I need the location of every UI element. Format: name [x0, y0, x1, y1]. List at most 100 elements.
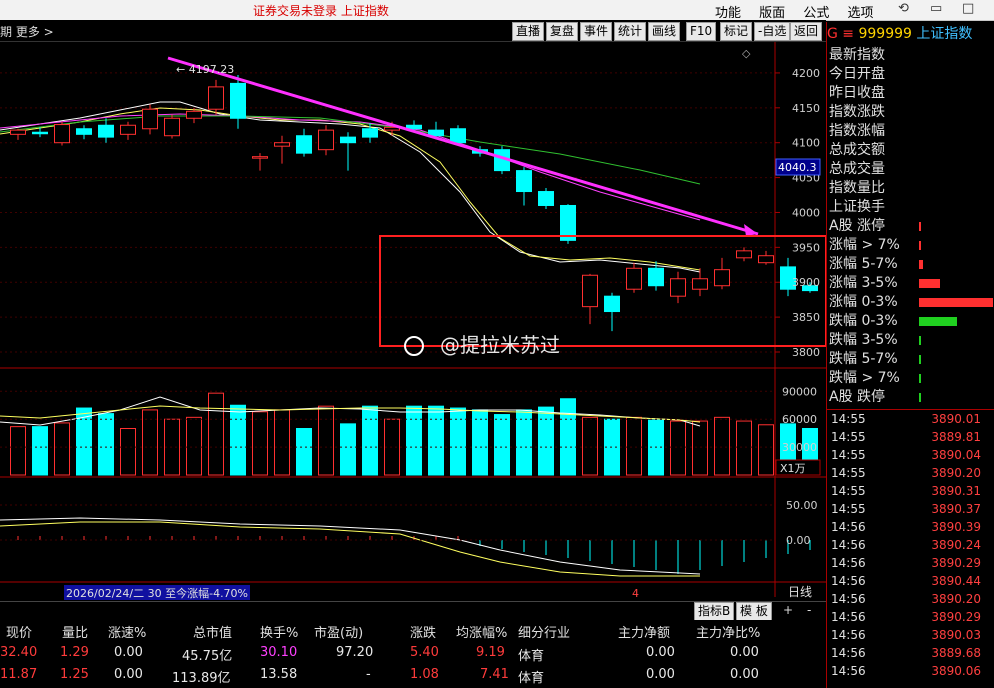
col-market-cap[interactable]: 总市值 — [193, 622, 232, 641]
candle-body[interactable] — [10, 129, 26, 135]
distribution-row[interactable]: A股 涨停 — [827, 217, 994, 236]
tick-row: 14:55 3890.01 — [827, 410, 994, 428]
maximize-icon[interactable]: □ — [962, 1, 974, 16]
candle-body[interactable] — [714, 269, 730, 287]
col-price[interactable]: 现价 — [6, 622, 32, 641]
live-button[interactable]: 直播 — [512, 22, 545, 41]
candle-body[interactable] — [164, 117, 180, 137]
cell-price: 11.87 — [0, 667, 38, 682]
f10-button[interactable]: F10 — [686, 22, 717, 41]
col-speed[interactable]: 涨速% — [108, 622, 146, 641]
distribution-row[interactable]: A股 跌停 — [827, 388, 994, 407]
tick-price: 3890.20 — [931, 592, 981, 606]
label-open: 今日开盘 — [829, 66, 885, 82]
tick-row: 14:56 3890.24 — [827, 536, 994, 554]
candle-body[interactable] — [230, 82, 246, 119]
volume-bar — [362, 405, 378, 476]
col-pe[interactable]: 市盈(动) — [314, 622, 363, 641]
y-axis-label: 3850 — [792, 311, 820, 324]
candle-body[interactable] — [318, 129, 334, 151]
tick-row: 14:55 3890.31 — [827, 482, 994, 500]
candle-body[interactable] — [626, 267, 642, 290]
tick-time: 14:56 — [831, 592, 866, 606]
candle-body[interactable] — [758, 255, 774, 264]
cell-volume-ratio: 1.25 — [60, 667, 89, 682]
y-axis-label: 4000 — [792, 206, 820, 219]
menu-formula[interactable]: 公式 — [803, 6, 829, 21]
vol-axis-label: 90000 — [782, 385, 817, 398]
candle-body[interactable] — [98, 124, 114, 138]
stock-name: 上证指数 — [916, 26, 973, 42]
zoom-in-button[interactable]: + — [780, 602, 797, 619]
distribution-row[interactable]: 跌幅 > 7% — [827, 369, 994, 388]
candle-body[interactable] — [340, 136, 356, 144]
draw-line-button[interactable]: 画线 — [648, 22, 681, 41]
candle-body[interactable] — [32, 131, 48, 135]
menu-icon[interactable]: G ≡ — [827, 26, 854, 42]
candle-body[interactable] — [142, 108, 158, 130]
menu-options[interactable]: 选项 — [847, 6, 873, 21]
volume-bar — [626, 416, 642, 476]
candle-body[interactable] — [274, 142, 290, 147]
distribution-row[interactable]: 跌幅 5-7% — [827, 350, 994, 369]
menu-function[interactable]: 功能 — [715, 6, 741, 21]
event-button[interactable]: 事件 — [580, 22, 613, 41]
candle-body[interactable] — [516, 170, 532, 193]
indicator-tab[interactable]: 指标B — [694, 602, 735, 621]
col-main-net-ratio[interactable]: 主力净比% — [696, 622, 760, 641]
distribution-row[interactable]: 跌幅 3-5% — [827, 331, 994, 350]
quote-panel: G ≡ 999999 上证指数 最新指数 今日开盘 昨日收盘 指数涨跌 指数涨幅… — [826, 22, 994, 688]
y-axis-label: 3900 — [792, 276, 820, 289]
minimize-icon[interactable]: ▭ — [930, 1, 942, 16]
col-main-net[interactable]: 主力净额 — [618, 622, 670, 641]
tick-time: 14:56 — [831, 574, 866, 588]
distribution-row[interactable]: 涨幅 0-3% — [827, 293, 994, 312]
candle-body[interactable] — [296, 135, 312, 154]
volume-bar — [186, 416, 202, 476]
candle-body[interactable] — [406, 124, 422, 130]
candle-body[interactable] — [692, 278, 708, 290]
col-turnover[interactable]: 换手% — [260, 622, 298, 641]
col-avg-change[interactable]: 均涨幅% — [456, 622, 507, 641]
zoom-out-button[interactable]: - — [804, 602, 815, 619]
candle-body[interactable] — [736, 250, 752, 259]
cell-avg-change: 7.41 — [480, 667, 509, 682]
volume-bar — [758, 424, 774, 476]
candle-body[interactable] — [450, 128, 466, 144]
menu-layout[interactable]: 版面 — [759, 6, 785, 21]
tick-list[interactable]: 14:55 3890.01 14:55 3889.81 14:55 3890.04 14:5… — [827, 409, 994, 680]
stats-button[interactable]: 统计 — [614, 22, 647, 41]
distribution-row[interactable]: 涨幅 3-5% — [827, 274, 994, 293]
candle-body[interactable] — [208, 86, 224, 110]
kline-chart[interactable]: ← 4197.23 420041504100405040003950390038… — [0, 42, 826, 602]
period-more[interactable]: 期 更多 > — [0, 23, 54, 40]
period-label[interactable]: 日线 — [788, 585, 812, 599]
col-change[interactable]: 涨跌 — [410, 622, 436, 641]
distribution-row[interactable]: 跌幅 0-3% — [827, 312, 994, 331]
candle-body[interactable] — [670, 278, 686, 297]
refresh-icon[interactable]: ⟲ — [898, 1, 909, 16]
candle-body[interactable] — [252, 156, 268, 159]
quote-header: G ≡ 999999 上证指数 — [827, 22, 994, 46]
candle-body[interactable] — [648, 267, 664, 287]
tick-price: 3890.01 — [931, 412, 981, 426]
template-tab[interactable]: 模 板 — [736, 602, 772, 621]
candle-body[interactable] — [604, 295, 620, 313]
candle-body[interactable] — [582, 274, 598, 308]
distribution-row[interactable]: 涨幅 > 7% — [827, 236, 994, 255]
candle-body[interactable] — [538, 191, 554, 206]
col-industry[interactable]: 细分行业 — [518, 622, 570, 641]
distribution-row[interactable]: 涨幅 5-7% — [827, 255, 994, 274]
candle-body[interactable] — [120, 124, 136, 135]
candle-body[interactable] — [54, 124, 70, 144]
mark-button[interactable]: 标记 — [720, 22, 753, 41]
back-button[interactable]: 返回 — [790, 22, 823, 41]
candle-body[interactable] — [76, 128, 92, 135]
replay-button[interactable]: 复盘 — [546, 22, 579, 41]
candle-body[interactable] — [362, 128, 378, 138]
candle-body[interactable] — [186, 110, 202, 119]
tick-time: 14:56 — [831, 556, 866, 570]
y-axis-label: 4200 — [792, 67, 820, 80]
col-volume-ratio[interactable]: 量比 — [62, 622, 88, 641]
watchlist-button[interactable]: -自选 — [754, 22, 791, 41]
